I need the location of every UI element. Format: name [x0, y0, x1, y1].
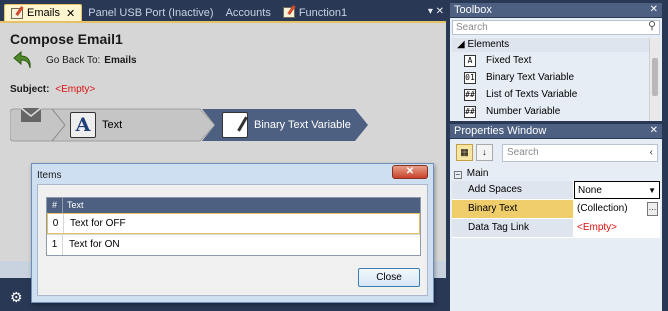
toolbox-category-elements[interactable]: ◢ Elements — [452, 38, 649, 52]
fixed-text-icon: A — [464, 54, 476, 67]
toolbox-search-input[interactable]: Search ⚲ — [452, 20, 660, 35]
row-index: 0 — [48, 214, 64, 233]
properties-pane: ▦ ↓ Search ‹ – Main Add Spaces None ▼ Bi… — [450, 139, 662, 311]
go-back-link[interactable]: Go Back To: Emails — [12, 49, 137, 71]
toolbox-list: ◢ Elements A Fixed Text 01 Binary Text V… — [452, 38, 649, 121]
flow-step-label: Binary Text Variable — [254, 119, 351, 131]
property-name: Data Tag Link — [452, 219, 574, 237]
table-header: # Text — [47, 198, 420, 213]
tab-label: Accounts — [225, 6, 271, 19]
flow-step-binary-text-variable[interactable]: 01 01 Binary Text Variable — [222, 107, 351, 143]
subject-field[interactable]: Subject: <Empty> — [10, 84, 95, 95]
properties-toolbar: ▦ ↓ Search ‹ — [452, 142, 660, 164]
document-tab-strip: Emails ✕ Panel USB Port (Inactive) Accou… — [0, 4, 448, 21]
toolbox-scrollbar[interactable] — [649, 38, 660, 121]
search-icon[interactable]: ⚲ — [648, 20, 656, 33]
table-row[interactable]: 0 Text for OFF — [47, 213, 420, 234]
row-index: 1 — [47, 235, 63, 255]
page-title: Compose Email1 — [10, 31, 123, 47]
close-icon[interactable]: ✕ — [650, 124, 658, 138]
binary-text-icon: 01 — [464, 71, 476, 84]
data-tag-link-value[interactable]: <Empty> — [574, 219, 660, 237]
toolbox-item-number-variable[interactable]: ## Number Variable — [452, 103, 649, 120]
tab-function1[interactable]: Function1 — [277, 4, 353, 21]
content-flow: A Text 01 01 Binary Text Variable — [10, 107, 370, 143]
categorized-icon[interactable]: ▦ — [456, 144, 473, 161]
add-spaces-dropdown[interactable]: None ▼ — [574, 181, 660, 199]
list-texts-icon: ## — [464, 88, 476, 101]
tab-label: Function1 — [298, 6, 348, 19]
subject-label: Subject: — [10, 84, 50, 95]
go-back-target[interactable]: Emails — [104, 55, 136, 66]
items-dialog: Items ✕ # Text 0 Text for OFF 1 Text for… — [31, 163, 434, 303]
document-icon — [282, 7, 295, 18]
dialog-title: Items — [37, 170, 62, 181]
items-table: # Text 0 Text for OFF 1 Text for ON — [46, 197, 421, 256]
chevron-left-icon[interactable]: ‹ — [650, 145, 653, 161]
go-back-label: Go Back To: — [46, 54, 101, 66]
property-category-main[interactable]: – Main — [452, 167, 660, 181]
document-icon — [11, 7, 23, 19]
tab-label: Emails — [27, 7, 61, 19]
close-button[interactable]: Close — [358, 268, 420, 287]
dialog-close-icon[interactable]: ✕ — [392, 165, 428, 179]
collapse-icon[interactable]: ◢ — [457, 39, 465, 50]
chevron-down-icon[interactable]: ▼ — [648, 182, 656, 200]
flow-step-label: Text — [102, 119, 123, 131]
tab-menu-controls[interactable]: ▾ ✕ — [424, 4, 448, 21]
subject-value[interactable]: <Empty> — [55, 84, 95, 95]
tab-panel-usb-port[interactable]: Panel USB Port (Inactive) — [82, 4, 219, 21]
property-row-data-tag-link[interactable]: Data Tag Link <Empty> — [452, 219, 660, 238]
close-icon[interactable]: ✕ — [650, 3, 658, 17]
property-row-add-spaces[interactable]: Add Spaces None ▼ — [452, 181, 660, 200]
property-grid: – Main Add Spaces None ▼ Binary Text (Co… — [452, 167, 660, 238]
properties-header: Properties Window ✕ — [450, 124, 662, 138]
toolbox-title: Toolbox — [454, 4, 492, 16]
sort-az-icon[interactable]: ↓ — [476, 144, 493, 161]
dialog-content: # Text 0 Text for OFF 1 Text for ON Clos… — [37, 184, 428, 296]
flow-step-text[interactable]: A Text — [70, 107, 122, 143]
tab-label: Panel USB Port (Inactive) — [88, 6, 214, 19]
collapse-icon[interactable]: – — [454, 171, 462, 179]
fixed-text-icon: A — [70, 112, 96, 138]
column-header-index[interactable]: # — [47, 198, 63, 213]
ellipsis-button[interactable]: … — [647, 202, 658, 216]
property-name: Add Spaces — [452, 181, 574, 199]
scrollbar-thumb[interactable] — [652, 58, 658, 96]
toolbox-item-binary-text-variable[interactable]: 01 Binary Text Variable — [452, 69, 649, 86]
close-icon[interactable]: ✕ — [66, 7, 75, 20]
go-back-arrow-icon[interactable] — [12, 49, 34, 71]
envelope-icon — [20, 107, 42, 122]
tab-emails[interactable]: Emails ✕ — [4, 4, 83, 21]
toolbox-item-list-of-texts-variable[interactable]: ## List of Texts Variable — [452, 86, 649, 103]
binary-text-value[interactable]: (Collection) … — [574, 200, 660, 218]
table-row[interactable]: 1 Text for ON — [47, 234, 420, 255]
row-text-cell[interactable]: Text for OFF — [64, 214, 419, 233]
properties-title: Properties Window — [454, 125, 547, 137]
column-header-text[interactable]: Text — [63, 198, 420, 213]
toolbox-item-fixed-text[interactable]: A Fixed Text — [452, 52, 649, 69]
properties-search-input[interactable]: Search ‹ — [502, 144, 658, 162]
toolbox-header: Toolbox ✕ — [450, 3, 662, 17]
number-variable-icon: ## — [464, 105, 476, 118]
gear-icon[interactable]: ⚙ — [10, 289, 23, 306]
property-row-binary-text[interactable]: Binary Text (Collection) … — [452, 200, 660, 219]
row-text-cell[interactable]: Text for ON — [63, 235, 420, 255]
property-name: Binary Text — [452, 200, 574, 218]
binary-text-icon: 01 01 — [222, 112, 248, 138]
toolbox-pane: Search ⚲ ◢ Elements A Fixed Text 01 Bina… — [450, 18, 662, 121]
tab-accounts[interactable]: Accounts — [220, 4, 277, 21]
